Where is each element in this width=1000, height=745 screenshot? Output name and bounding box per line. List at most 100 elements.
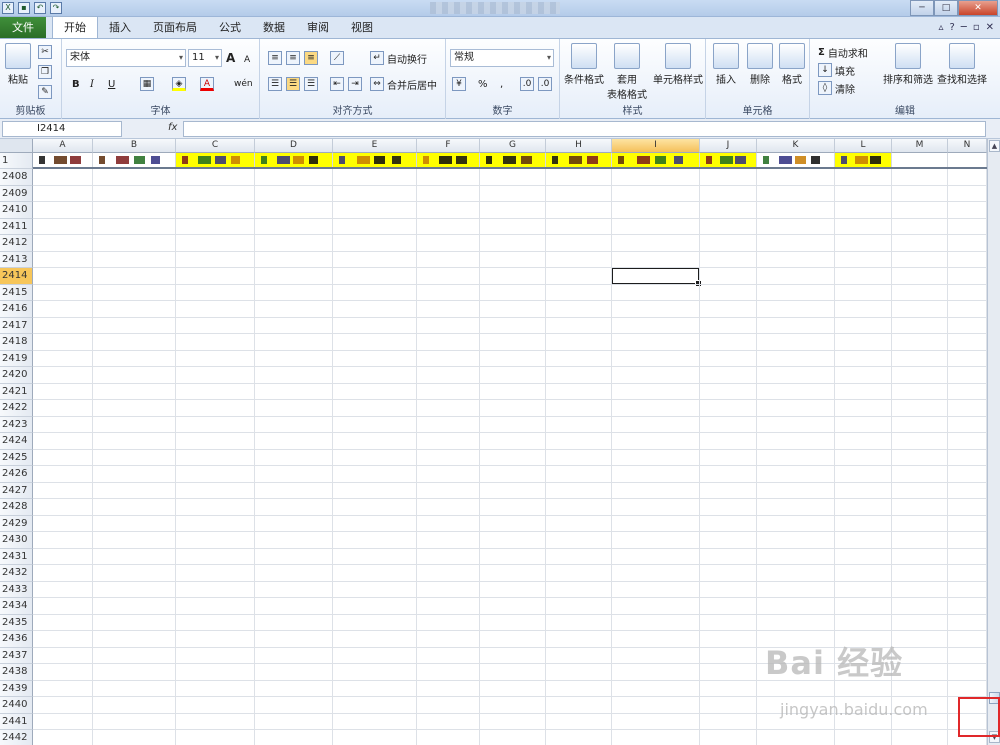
column-header-A[interactable]: A (33, 139, 93, 153)
cell-N1[interactable] (948, 153, 987, 167)
cell-G1[interactable] (480, 153, 546, 167)
shrink-font-button[interactable]: A (244, 51, 250, 69)
row-header-2430[interactable]: 2430 (0, 532, 33, 549)
column-header-B[interactable]: B (93, 139, 176, 153)
row-header-2435[interactable]: 2435 (0, 614, 33, 631)
copy-icon[interactable]: ❐ (38, 65, 52, 79)
row-header-2415[interactable]: 2415 (0, 284, 33, 301)
row-header-2432[interactable]: 2432 (0, 565, 33, 582)
row-header-2437[interactable]: 2437 (0, 647, 33, 664)
cell-B1[interactable] (93, 153, 176, 167)
clear-button[interactable]: ◊ 清除 (818, 79, 855, 97)
scroll-up-arrow[interactable]: ▲ (989, 140, 1000, 152)
tab-4[interactable]: 公式 (208, 17, 252, 38)
tab-5[interactable]: 数据 (252, 17, 296, 38)
column-header-N[interactable]: N (948, 139, 987, 153)
column-header-I[interactable]: I (612, 139, 700, 153)
row-header-2410[interactable]: 2410 (0, 202, 33, 219)
row-header-2411[interactable]: 2411 (0, 218, 33, 235)
comma-button[interactable]: , (500, 75, 503, 93)
cell-H1[interactable] (546, 153, 612, 167)
find-select-button[interactable]: 查找和选择 (934, 43, 990, 86)
cell-M1[interactable] (892, 153, 948, 167)
row-header-2426[interactable]: 2426 (0, 466, 33, 483)
row-header-2412[interactable]: 2412 (0, 235, 33, 252)
decrease-decimal-icon[interactable]: .0 (538, 77, 552, 91)
row-header-2431[interactable]: 2431 (0, 548, 33, 565)
row-header-2425[interactable]: 2425 (0, 449, 33, 466)
ribbon-collapse-icon[interactable]: ▵ (938, 22, 943, 33)
row-header-2420[interactable]: 2420 (0, 367, 33, 384)
row-header-2417[interactable]: 2417 (0, 317, 33, 334)
border-icon[interactable]: ▦ (140, 77, 154, 91)
font-name-select[interactable]: 宋体 (66, 49, 186, 67)
help-icon[interactable]: ? (949, 22, 954, 33)
row-header-2427[interactable]: 2427 (0, 482, 33, 499)
row-header-2423[interactable]: 2423 (0, 416, 33, 433)
fill-color-icon[interactable]: ◈ (172, 77, 186, 91)
select-all-corner[interactable] (0, 139, 33, 153)
formula-input[interactable] (183, 121, 986, 137)
fill-button[interactable]: ↓ 填充 (818, 61, 855, 79)
name-box[interactable]: I2414 (2, 121, 122, 137)
column-header-F[interactable]: F (417, 139, 480, 153)
row-header-2419[interactable]: 2419 (0, 350, 33, 367)
decrease-indent-icon[interactable]: ⇤ (330, 77, 344, 91)
row-header-2429[interactable]: 2429 (0, 515, 33, 532)
increase-indent-icon[interactable]: ⇥ (348, 77, 362, 91)
merge-center-button[interactable]: ⇔ 合并后居中 (370, 75, 437, 93)
column-header-H[interactable]: H (546, 139, 612, 153)
row-header-2421[interactable]: 2421 (0, 383, 33, 400)
autosum-button[interactable]: Σ 自动求和 (818, 43, 868, 61)
cell-F1[interactable] (417, 153, 480, 167)
increase-decimal-icon[interactable]: .0 (520, 77, 534, 91)
tab-7[interactable]: 视图 (340, 17, 384, 38)
doc-restore-icon[interactable]: ▫ (973, 22, 980, 33)
format-painter-icon[interactable]: ✎ (38, 85, 52, 99)
cut-icon[interactable]: ✂ (38, 45, 52, 59)
cell-E1[interactable] (333, 153, 417, 167)
font-size-select[interactable]: 11 (188, 49, 222, 67)
italic-button[interactable]: I (90, 75, 94, 93)
cell-styles-button[interactable]: 单元格样式 (652, 43, 704, 86)
row-header-2413[interactable]: 2413 (0, 251, 33, 268)
row-header-2440[interactable]: 2440 (0, 697, 33, 714)
row-header-2422[interactable]: 2422 (0, 400, 33, 417)
align-middle-icon[interactable]: ≡ (286, 51, 300, 65)
row-header-1[interactable]: 1 (0, 153, 33, 169)
redo-icon[interactable]: ↷ (50, 2, 62, 14)
row-header-2424[interactable]: 2424 (0, 433, 33, 450)
column-header-M[interactable]: M (892, 139, 948, 153)
font-color-icon[interactable]: A (200, 77, 214, 91)
tab-1[interactable]: 开始 (52, 16, 98, 38)
maximize-button[interactable]: □ (934, 0, 958, 16)
column-header-G[interactable]: G (480, 139, 546, 153)
row-header-2428[interactable]: 2428 (0, 499, 33, 516)
cell-C1[interactable] (176, 153, 255, 167)
column-header-L[interactable]: L (835, 139, 892, 153)
currency-icon[interactable]: ¥ (452, 77, 466, 91)
row-header-2436[interactable]: 2436 (0, 631, 33, 648)
underline-button[interactable]: U (108, 75, 115, 93)
cell-K1[interactable] (757, 153, 835, 167)
column-header-C[interactable]: C (176, 139, 255, 153)
row-header-2414[interactable]: 2414 (0, 268, 33, 285)
wrap-text-button[interactable]: ↵ 自动换行 (370, 49, 427, 67)
delete-cells-button[interactable]: 删除 (744, 43, 776, 86)
tab-2[interactable]: 插入 (98, 17, 142, 38)
grow-font-button[interactable]: A (226, 49, 235, 67)
doc-close-icon[interactable]: ✕ (986, 22, 994, 33)
row-header-2438[interactable]: 2438 (0, 664, 33, 681)
save-icon[interactable]: ▪ (18, 2, 30, 14)
active-cell-I2414[interactable] (611, 267, 702, 286)
orientation-icon[interactable]: ⟋ (330, 51, 344, 65)
row-header-2442[interactable]: 2442 (0, 730, 33, 745)
cell-J1[interactable] (700, 153, 757, 167)
sort-filter-button[interactable]: 排序和筛选 (880, 43, 936, 86)
tab-3[interactable]: 页面布局 (142, 17, 208, 38)
row-header-2434[interactable]: 2434 (0, 598, 33, 615)
format-cells-button[interactable]: 格式 (776, 43, 808, 86)
close-button[interactable]: ✕ (958, 0, 998, 16)
cell-A1[interactable] (33, 153, 93, 167)
doc-minimize-icon[interactable]: ─ (961, 22, 967, 33)
